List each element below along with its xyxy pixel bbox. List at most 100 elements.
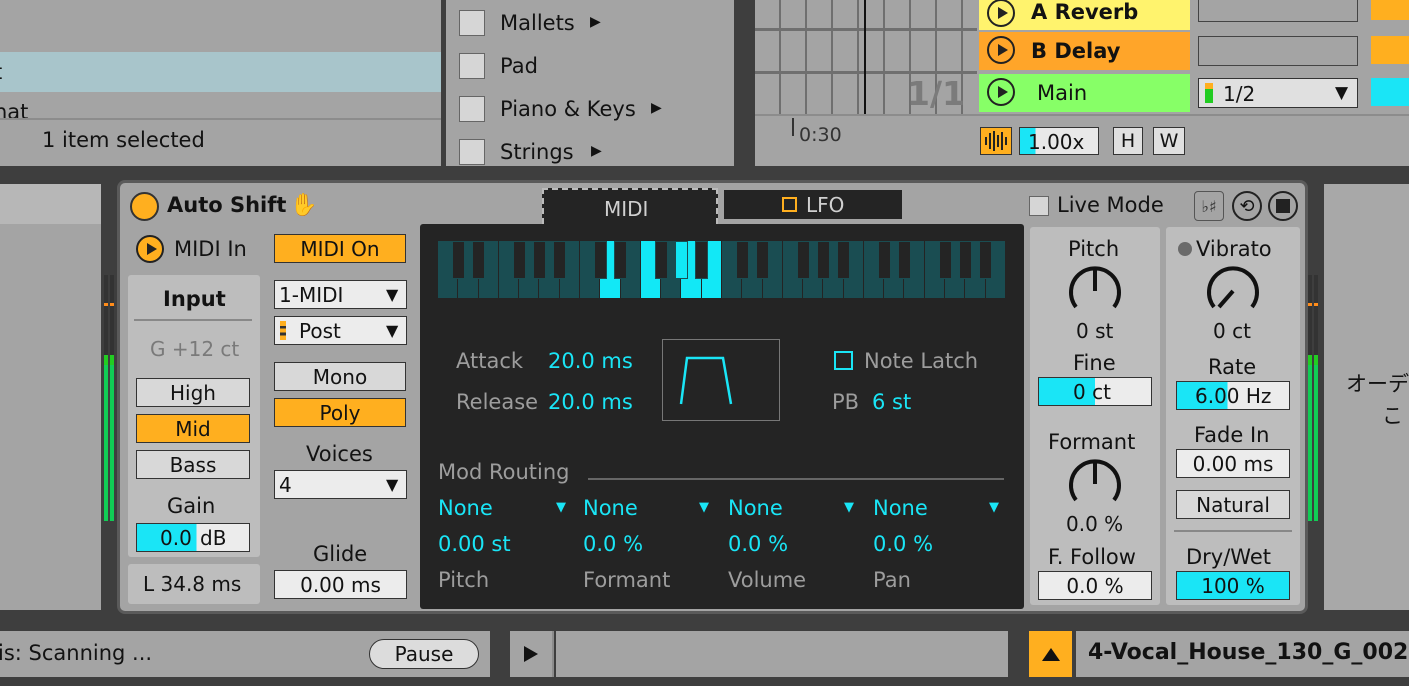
release-value[interactable]: 20.0 ms (548, 390, 633, 414)
black-key[interactable] (735, 241, 749, 279)
expand-arrow-icon[interactable]: ▶ (590, 14, 601, 30)
track-header-main[interactable]: Main (979, 74, 1190, 112)
save-preset-icon[interactable] (1268, 191, 1298, 221)
rate-field[interactable]: 6.00 Hz (1176, 381, 1290, 410)
black-key[interactable] (674, 241, 688, 279)
mod-amount[interactable]: 0.0 % (728, 532, 788, 556)
drywet-field[interactable]: 100 % (1176, 571, 1290, 600)
black-key[interactable] (472, 241, 486, 279)
black-key[interactable] (614, 241, 628, 279)
send-slot[interactable] (1198, 0, 1358, 22)
midi-tap-select[interactable]: Post Mixer ▼ (274, 316, 407, 345)
scale-icon[interactable]: ♭♯ (1194, 191, 1224, 221)
black-key[interactable] (532, 241, 546, 279)
preview-play-button[interactable] (510, 631, 554, 677)
mod-source[interactable]: None (873, 496, 928, 520)
category-checkbox[interactable] (459, 96, 485, 122)
black-key[interactable] (796, 241, 810, 279)
midi-on-button[interactable]: MIDI On (274, 234, 406, 263)
expand-arrow-icon[interactable]: ▶ (651, 100, 662, 116)
high-button[interactable]: High (136, 378, 250, 407)
mod-amount[interactable]: 0.0 % (583, 532, 643, 556)
category-label[interactable]: Piano & Keys (500, 97, 636, 121)
piano-keyboard[interactable] (438, 241, 1006, 298)
ffollow-field[interactable]: 0.0 % (1038, 571, 1152, 600)
pb-value[interactable]: 6 st (872, 390, 911, 414)
midi-source-select[interactable]: 1-MIDI ▼ (274, 280, 407, 309)
chevron-down-icon[interactable]: ▼ (844, 500, 854, 515)
category-checkbox[interactable] (459, 53, 485, 79)
note-latch-checkbox[interactable] (834, 351, 853, 370)
clip-name-box[interactable]: 4-Vocal_House_130_G_002 (1076, 631, 1409, 677)
black-key[interactable] (938, 241, 952, 279)
category-label[interactable]: Pad (500, 54, 538, 78)
fade-in-field[interactable]: 0.00 ms (1176, 449, 1290, 478)
mid-button[interactable]: Mid (136, 414, 250, 443)
black-key[interactable] (695, 241, 709, 279)
glide-field[interactable]: 0.00 ms (274, 570, 407, 599)
browser-row-selected[interactable]: t (0, 52, 441, 92)
black-key[interactable] (593, 241, 607, 279)
black-key[interactable] (979, 241, 993, 279)
device-power-button[interactable] (130, 192, 159, 221)
mod-source[interactable]: None (438, 496, 493, 520)
clip-expand-button[interactable] (1029, 631, 1072, 677)
category-checkbox[interactable] (459, 139, 485, 165)
live-mode-checkbox[interactable] (1029, 196, 1049, 216)
tab-midi[interactable]: MIDI (542, 188, 718, 224)
waveform-toggle-icon[interactable] (980, 127, 1012, 155)
attack-value[interactable]: 20.0 ms (548, 349, 633, 373)
voices-select[interactable]: 4 ▼ (274, 470, 407, 499)
category-label[interactable]: Mallets (500, 11, 575, 35)
black-key[interactable] (451, 241, 465, 279)
pb-label: PB (832, 390, 860, 414)
chevron-down-icon[interactable]: ▼ (556, 500, 566, 515)
mono-button[interactable]: Mono (274, 362, 406, 391)
device-title[interactable]: Auto Shift (167, 193, 286, 217)
bass-button[interactable]: Bass (136, 450, 250, 479)
mod-amount[interactable]: 0.0 % (873, 532, 933, 556)
sync-icon[interactable]: ⟲ (1232, 191, 1262, 221)
zoom-field[interactable]: 1.00x (1019, 127, 1099, 155)
track-header-a-reverb[interactable]: A Reverb (979, 0, 1190, 30)
mod-source[interactable]: None (583, 496, 638, 520)
play-icon[interactable] (987, 36, 1015, 64)
play-icon[interactable] (987, 0, 1015, 27)
gain-field[interactable]: 0.0 dB (136, 523, 250, 552)
vibrato-label[interactable]: Vibrato (1196, 237, 1272, 261)
black-key[interactable] (837, 241, 851, 279)
vibrato-knob[interactable] (1203, 261, 1263, 317)
play-icon[interactable] (987, 78, 1015, 106)
output-select[interactable]: 1/2 ▼ (1198, 78, 1358, 108)
track-header-b-delay[interactable]: B Delay (979, 32, 1190, 70)
formant-knob[interactable] (1065, 454, 1125, 510)
black-key[interactable] (816, 241, 830, 279)
w-button[interactable]: W (1153, 127, 1185, 155)
pitch-knob[interactable] (1065, 261, 1125, 317)
h-button[interactable]: H (1113, 127, 1143, 155)
poly-button[interactable]: Poly (274, 398, 406, 427)
black-key[interactable] (877, 241, 891, 279)
black-key[interactable] (512, 241, 526, 279)
natural-button[interactable]: Natural (1176, 490, 1290, 519)
expand-arrow-icon[interactable]: ▶ (591, 143, 602, 159)
mod-source[interactable]: None (728, 496, 783, 520)
black-key[interactable] (898, 241, 912, 279)
key-readout: G +12 ct (150, 337, 240, 361)
fine-field[interactable]: 0 ct (1038, 377, 1152, 406)
black-key[interactable] (958, 241, 972, 279)
pause-button[interactable]: Pause (369, 639, 479, 669)
category-label[interactable]: Strings (500, 140, 574, 164)
midi-in-icon[interactable] (136, 235, 164, 263)
black-key[interactable] (654, 241, 668, 279)
send-slot[interactable] (1198, 36, 1358, 66)
category-checkbox[interactable] (459, 10, 485, 36)
chevron-down-icon[interactable]: ▼ (989, 500, 999, 515)
preview-waveform[interactable] (556, 631, 1008, 677)
black-key[interactable] (756, 241, 770, 279)
mod-amount[interactable]: 0.00 st (438, 532, 511, 556)
black-key[interactable] (553, 241, 567, 279)
tab-lfo[interactable]: LFO (724, 190, 902, 219)
browser-row[interactable]: nat (0, 96, 441, 118)
chevron-down-icon[interactable]: ▼ (699, 500, 709, 515)
